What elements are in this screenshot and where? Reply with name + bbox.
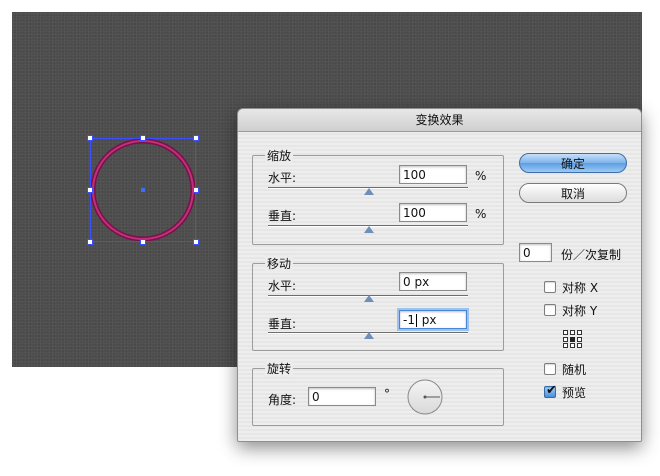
reflect-x-checkbox[interactable] [544,281,556,293]
move-group-title: 移动 [265,255,294,272]
preview-label[interactable]: 预览 [562,384,586,401]
move-vertical-value-part2: px [417,313,437,327]
rotation-dial-icon[interactable] [406,378,444,416]
check-icon: ✔ [546,383,557,398]
move-vertical-slider-thumb[interactable] [364,332,374,339]
move-vertical-label: 垂直: [268,317,297,331]
reflect-y-checkbox[interactable] [544,304,556,316]
copies-label: 份／次复制 [561,248,622,262]
resize-handle-left[interactable] [87,187,93,193]
preview-checkbox[interactable]: ✔ [544,383,557,398]
random-label[interactable]: 随机 [562,361,586,378]
reflect-y-label[interactable]: 对称 Y [562,302,597,319]
resize-handle-top-left[interactable] [87,135,93,141]
scale-group-title: 缩放 [265,147,294,164]
scale-vertical-label: 垂直: [268,209,297,223]
dialog-title[interactable]: 变换效果 [238,109,641,132]
scale-vertical-slider-thumb[interactable] [364,226,374,233]
center-point [141,188,145,192]
scale-horizontal-unit: % [475,169,487,183]
rotate-group-title: 旋转 [265,360,294,377]
scale-horizontal-input[interactable]: 100 [399,165,467,184]
copies-input[interactable]: 0 [519,243,552,262]
text-cursor [415,314,417,327]
resize-handle-top-right[interactable] [193,135,199,141]
scale-vertical-unit: % [475,207,487,221]
scale-horizontal-slider-thumb[interactable] [364,188,374,195]
move-horizontal-input[interactable]: 0 px [399,272,467,291]
resize-handle-right[interactable] [193,187,199,193]
angle-input[interactable]: 0 [308,387,376,406]
scale-horizontal-label: 水平: [268,171,297,185]
random-checkbox[interactable] [544,363,556,375]
move-horizontal-slider-thumb[interactable] [364,295,374,302]
resize-handle-bottom-left[interactable] [87,239,93,245]
transform-effect-dialog: 变换效果 缩放 水平: 100 % 垂直: 100 % 移动 水平: 0 px … [237,108,642,442]
scale-vertical-input[interactable]: 100 [399,203,467,222]
degree-symbol: ° [384,387,390,401]
move-horizontal-label: 水平: [268,279,297,293]
resize-handle-bottom[interactable] [140,239,146,245]
cancel-button[interactable]: 取消 [519,183,627,203]
reflect-x-label[interactable]: 对称 X [562,279,598,296]
reference-point-icon[interactable] [562,329,584,349]
selected-circle-shape[interactable] [87,135,199,245]
ok-button[interactable]: 确定 [519,153,627,173]
angle-label: 角度: [268,393,297,407]
move-vertical-input[interactable]: -1 px [399,310,467,329]
resize-handle-top[interactable] [140,135,146,141]
resize-handle-bottom-right[interactable] [193,239,199,245]
move-vertical-value-part1: -1 [403,313,415,327]
